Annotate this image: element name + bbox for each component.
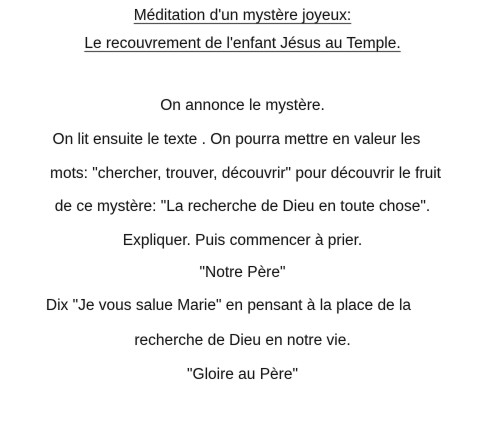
prayer-meditation-page: Méditation d'un mystère joyeux: Le recou… <box>0 0 485 435</box>
body-line-8: recherche de Dieu en notre vie. <box>134 332 351 349</box>
body-line-2: On lit ensuite le texte . On pourra mett… <box>52 131 421 148</box>
body-line-5: Expliquer. Puis commencer à prier. <box>122 232 363 249</box>
body-line-7: Dix "Je vous salue Marie" en pensant à l… <box>45 297 412 314</box>
body-line-1: On annonce le mystère. <box>160 97 325 114</box>
body-line-6: "Notre Père" <box>199 264 286 281</box>
title-line-1: Méditation d'un mystère joyeux: <box>133 7 352 24</box>
title-line-2: Le recouvrement de l'enfant Jésus au Tem… <box>84 35 401 52</box>
body-line-3: mots: "chercher, trouver, découvrir" pou… <box>50 165 441 182</box>
body-line-9: "Gloire au Père" <box>187 366 298 383</box>
body-line-4: de ce mystère: "La recherche de Dieu en … <box>54 198 431 215</box>
